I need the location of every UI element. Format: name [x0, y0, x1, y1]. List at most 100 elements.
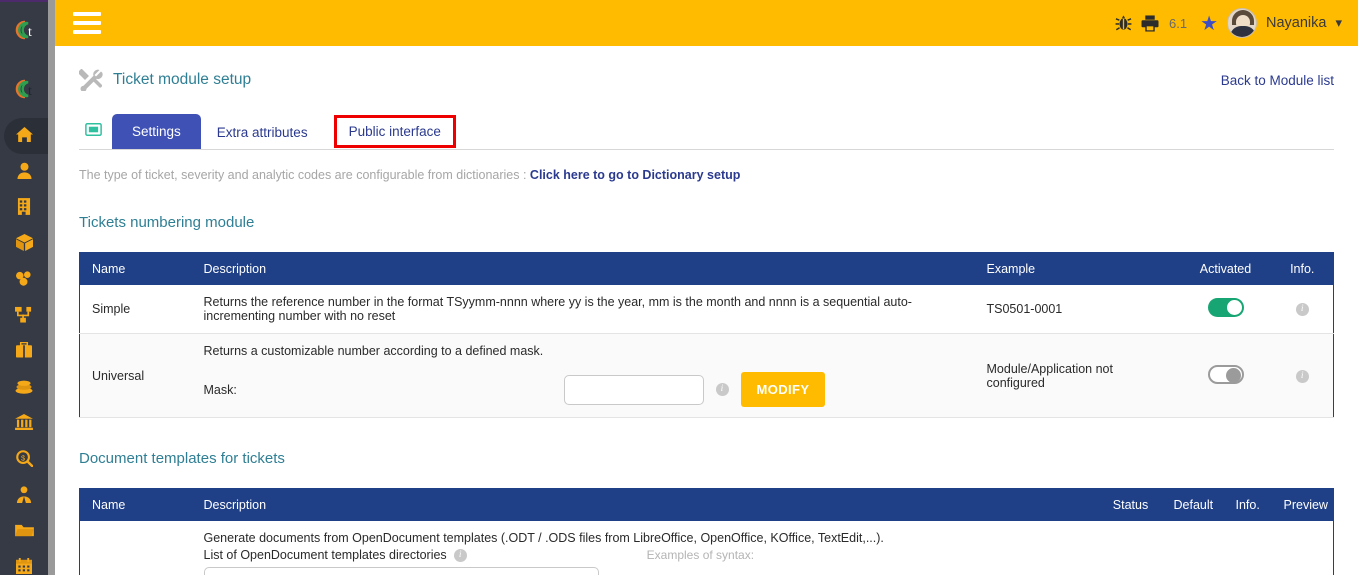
section-title-templates: Document templates for tickets — [79, 450, 285, 467]
tab-bar: Settings Extra attributes Public interfa… — [79, 112, 1334, 150]
col-name: Name — [79, 488, 192, 521]
svg-text:t: t — [28, 84, 32, 99]
left-sidebar: t t $ — [0, 0, 52, 575]
svg-text:t: t — [28, 25, 32, 40]
row-info-simple: i — [1271, 285, 1334, 334]
sidebar-menu: $ — [0, 118, 52, 575]
sidebar-item-documents[interactable] — [0, 514, 48, 550]
col-description: Description — [191, 488, 1100, 521]
tab-settings[interactable]: Settings — [112, 114, 201, 149]
template-dir-row: List of OpenDocument templates directori… — [204, 548, 1088, 562]
ticket-icon — [85, 123, 102, 141]
avatar[interactable] — [1227, 8, 1258, 38]
briefcase-icon — [16, 341, 32, 362]
sidebar-item-stock[interactable] — [0, 262, 48, 298]
row-example-simple: TS0501-0001 — [974, 285, 1180, 334]
dictionary-hint: The type of ticket, severity and analyti… — [79, 168, 1334, 182]
dolibarr-logo-top[interactable]: t — [0, 11, 48, 48]
sidebar-item-billing[interactable] — [0, 370, 48, 406]
sidebar-item-bank[interactable] — [0, 406, 48, 442]
col-activated: Activated — [1179, 252, 1272, 285]
hamburger-menu-icon[interactable] — [73, 12, 101, 34]
calendar-icon — [16, 558, 32, 575]
main-content: Ticket module setup Back to Module list … — [55, 46, 1358, 575]
svg-text:$: $ — [20, 453, 25, 462]
templates-directory-input[interactable] — [203, 567, 599, 575]
back-to-module-list-link[interactable]: Back to Module list — [1221, 73, 1334, 88]
table-header-row: Name Description Status Default Info. Pr… — [79, 488, 1334, 521]
col-example: Example — [974, 252, 1180, 285]
building-icon — [17, 197, 31, 219]
row-description-universal: Returns a customizable number according … — [191, 333, 975, 418]
row-activated-universal — [1179, 333, 1272, 418]
tab-public-interface[interactable]: Public interface — [333, 115, 456, 148]
printer-icon[interactable] — [1141, 14, 1159, 32]
table-row: Universal Returns a customizable number … — [79, 333, 1334, 418]
username-label[interactable]: Nayanika — [1266, 15, 1326, 31]
template-row-description: Generate documents from OpenDocument tem… — [191, 521, 1100, 575]
tab-extra-attributes[interactable]: Extra attributes — [201, 118, 324, 149]
universal-description-text: Returns a customizable number according … — [203, 344, 544, 358]
row-activated-simple — [1179, 285, 1272, 334]
col-info: Info. — [1271, 252, 1334, 285]
warehouse-icon — [15, 270, 33, 290]
sidebar-item-products[interactable] — [0, 226, 48, 262]
template-row-status — [1099, 521, 1162, 575]
sidebar-item-accounting[interactable]: $ — [0, 442, 48, 478]
table-row: Generate documents from OpenDocument tem… — [79, 521, 1334, 575]
col-status: Status — [1099, 488, 1162, 521]
page-title: Ticket module setup — [113, 71, 252, 88]
col-preview: Preview — [1271, 488, 1334, 521]
info-icon[interactable]: i — [1295, 369, 1309, 383]
template-desc-line2: List of OpenDocument templates directori… — [203, 548, 447, 562]
info-icon[interactable]: i — [1295, 303, 1309, 317]
chevron-down-icon[interactable]: ▾ — [1335, 15, 1342, 31]
tools-setup-icon — [77, 68, 103, 92]
employee-icon — [16, 485, 32, 507]
mask-label: Mask: — [203, 382, 237, 397]
document-templates-table: Name Description Status Default Info. Pr… — [79, 488, 1334, 575]
bug-icon[interactable] — [1115, 14, 1132, 32]
info-icon[interactable]: i — [715, 383, 729, 396]
dolibarr-logo-secondary[interactable]: t — [0, 70, 48, 107]
section-title-numbering: Tickets numbering module — [79, 214, 255, 231]
top-header-bar: 6.1 ★ Nayanika ▾ — [55, 0, 1358, 46]
dictionary-setup-link[interactable]: Click here to go to Dictionary setup — [530, 168, 740, 182]
col-default: Default — [1161, 488, 1224, 521]
page-title-row: Ticket module setup Back to Module list — [77, 58, 1334, 102]
sidebar-item-company[interactable] — [0, 190, 48, 226]
sidebar-item-hrm[interactable] — [0, 478, 48, 514]
examples-of-syntax-label: Examples of syntax: — [646, 548, 755, 562]
sidebar-scrollbar[interactable] — [48, 0, 55, 575]
app-version: 6.1 — [1169, 15, 1188, 31]
info-icon[interactable]: i — [453, 548, 467, 562]
header-right-controls: 6.1 ★ Nayanika ▾ — [1115, 8, 1358, 38]
user-icon — [16, 162, 32, 183]
box-icon — [15, 233, 33, 255]
row-info-universal: i — [1271, 333, 1334, 418]
money-stack-icon — [15, 379, 33, 398]
template-row-default — [1161, 521, 1224, 575]
mask-input[interactable] — [563, 374, 704, 405]
star-icon[interactable]: ★ — [1200, 11, 1218, 36]
toggle-simple-activated[interactable] — [1207, 298, 1244, 317]
modify-button[interactable]: MODIFY — [740, 372, 826, 407]
folder-open-icon — [14, 523, 34, 542]
col-name: Name — [79, 252, 192, 285]
row-description-simple: Returns the reference number in the form… — [191, 285, 975, 334]
table-row: Simple Returns the reference number in t… — [79, 285, 1334, 334]
sidebar-item-workflow[interactable] — [0, 298, 48, 334]
app-root: t t $ 6.1 ★ Nayanika ▾ Ticket module set… — [0, 0, 1358, 575]
sidebar-item-thirdparties[interactable] — [0, 154, 48, 190]
sidebar-item-projects[interactable] — [0, 334, 48, 370]
toggle-universal-activated[interactable] — [1207, 364, 1244, 384]
numbering-modules-table: Name Description Example Activated Info.… — [79, 252, 1334, 418]
bank-icon — [15, 414, 33, 434]
template-row-preview — [1271, 521, 1334, 575]
table-header-row: Name Description Example Activated Info. — [79, 252, 1334, 285]
mask-row: Mask: i MODIFY — [204, 372, 963, 407]
sidebar-item-agenda[interactable] — [0, 550, 48, 575]
sidebar-item-home[interactable] — [0, 118, 52, 154]
home-icon — [15, 126, 34, 147]
template-row-info — [1223, 521, 1272, 575]
